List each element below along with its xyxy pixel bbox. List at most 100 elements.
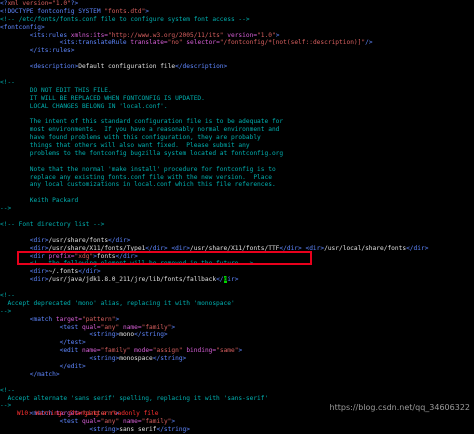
highlight-box-fallback-dir [17, 251, 312, 265]
code-token: qual= [81, 323, 101, 331]
code-token: <string> [0, 355, 120, 363]
code-token: name= [81, 347, 101, 355]
code-line[interactable]: Accept deprecated 'mono' alias, replacin… [0, 300, 474, 308]
code-token: "fonts.dtd" [104, 7, 146, 15]
code-token: </dir> [406, 244, 429, 252]
terminal-window[interactable]: <?xml version="1.0"?> <!DOCTYPE fontconfi… [0, 0, 474, 433]
code-line[interactable]: <dir>/usr/java/jdk1.8.0_211/jre/lib/font… [0, 276, 474, 284]
code-token: </string> [134, 331, 168, 339]
code-token: <fontconfig> [0, 23, 45, 31]
code-token: <dir> [0, 236, 49, 244]
code-line[interactable]: <!-- [0, 387, 474, 395]
code-token: IT WILL BE REPLACED WHEN FONTCONFIG IS U… [0, 94, 205, 102]
code-line[interactable]: <its:rules xmlns:its="http://www.w3.org/… [0, 32, 474, 40]
code-line[interactable]: DO NOT EDIT THIS FILE. [0, 87, 474, 95]
code-line[interactable] [0, 379, 474, 387]
code-line[interactable]: <?xml version="1.0"?> [0, 0, 474, 8]
code-token: <dir> [0, 276, 49, 284]
code-line[interactable] [0, 284, 474, 292]
code-line[interactable]: things that others will also want fixed.… [0, 142, 474, 150]
code-line[interactable]: <string>mono</string> [0, 331, 474, 339]
code-token: <string> [0, 426, 120, 434]
code-line[interactable]: </its:rules> [0, 47, 474, 55]
code-line[interactable] [0, 213, 474, 221]
code-line[interactable]: Note that the normal 'make install' proc… [0, 166, 474, 174]
code-token: <!-- Font directory list --> [0, 220, 105, 228]
code-line[interactable]: most environments. If you have a reasona… [0, 126, 474, 134]
code-line[interactable]: <string>sans serif</string> [0, 426, 474, 434]
code-token: <!-- /etc/fonts/fonts.conf file to confi… [0, 15, 250, 23]
code-line[interactable]: <!-- [0, 79, 474, 87]
code-token: --> [0, 307, 12, 315]
code-token: replace any existing fonts.conf file wit… [0, 173, 272, 181]
code-token: <!-- [0, 386, 15, 394]
code-line[interactable]: <dir>/usr/share/fonts</dir> [0, 237, 474, 245]
code-token: LOCAL CHANGES BELONG IN 'local.conf'. [0, 102, 168, 110]
code-token: ir> [227, 276, 239, 284]
code-line[interactable]: <test qual="any" name="family"> [0, 418, 474, 426]
code-token: <its:translateRule [0, 39, 131, 47]
code-token: </dir> [108, 236, 131, 244]
code-line[interactable]: --> [0, 205, 474, 213]
code-token: > [171, 323, 176, 331]
code-token: > [275, 31, 280, 39]
code-token: "http://www.w3.org/2005/11/its" [108, 31, 224, 39]
code-token: > [145, 7, 150, 15]
code-line[interactable]: replace any existing fonts.conf file wit… [0, 174, 474, 182]
code-line[interactable]: --> [0, 308, 474, 316]
code-line[interactable] [0, 55, 474, 63]
code-line[interactable]: <its:translateRule translate="no" select… [0, 39, 474, 47]
code-token: have found problems with this configurat… [0, 134, 261, 142]
code-token: mono [119, 331, 135, 339]
code-token: <dir> [0, 268, 49, 276]
code-token: version= [223, 31, 258, 39]
code-line[interactable]: <description>Default configuration file<… [0, 63, 474, 71]
code-token: selector= [182, 39, 220, 47]
code-line[interactable]: </test> [0, 339, 474, 347]
code-line[interactable]: <string>monospace</string> [0, 355, 474, 363]
code-token: /usr/local/share/fonts [324, 244, 407, 252]
code-token: Default configuration file [78, 63, 176, 71]
code-line[interactable]: any local customizations in local.conf w… [0, 181, 474, 189]
code-line[interactable]: <test qual="any" name="family"> [0, 324, 474, 332]
code-line[interactable]: have found problems with this configurat… [0, 134, 474, 142]
code-token: target= [55, 315, 82, 323]
code-line[interactable]: <fontconfig> [0, 24, 474, 32]
code-token: Accept deprecated 'mono' alias, replacin… [0, 299, 235, 307]
code-token: </string> [152, 355, 187, 363]
code-line[interactable]: <!DOCTYPE fontconfig SYSTEM "fonts.dtd"> [0, 8, 474, 16]
code-token: <description> [0, 63, 79, 71]
code-line[interactable] [0, 189, 474, 197]
code-token: </match> [0, 370, 60, 378]
code-token: problems to the fontconfig bugzilla syst… [0, 149, 284, 157]
code-token: <its:rules [0, 31, 71, 39]
code-line[interactable]: <edit name="family" mode="assign" bindin… [0, 347, 474, 355]
code-line[interactable]: </match> [0, 371, 474, 379]
code-line[interactable]: <!-- /etc/fonts/fonts.conf file to confi… [0, 16, 474, 24]
code-token: /> [365, 39, 373, 47]
code-line[interactable]: <match target="pattern"> [0, 316, 474, 324]
vim-editor-buffer[interactable]: <?xml version="1.0"?> <!DOCTYPE fontconfi… [0, 0, 474, 434]
code-line[interactable] [0, 110, 474, 118]
code-line[interactable]: LOCAL CHANGES BELONG IN 'local.conf'. [0, 103, 474, 111]
code-token: "any" [100, 418, 120, 426]
code-line[interactable] [0, 229, 474, 237]
code-line[interactable]: IT WILL BE REPLACED WHEN FONTCONFIG IS U… [0, 95, 474, 103]
code-line[interactable]: The intent of this standard configuratio… [0, 118, 474, 126]
code-line[interactable]: problems to the fontconfig bugzilla syst… [0, 150, 474, 158]
code-token: xml version="1.0" [7, 0, 71, 7]
code-line[interactable] [0, 158, 474, 166]
watermark-url: https://blog.csdn.net/qq_34606322 [329, 403, 470, 413]
code-token: "family" [141, 418, 172, 426]
code-line[interactable]: </edit> [0, 363, 474, 371]
code-token: "family" [100, 347, 131, 355]
code-line[interactable] [0, 71, 474, 79]
code-token: <!-- [0, 291, 15, 299]
code-line[interactable]: <dir>~/.fonts</dir> [0, 268, 474, 276]
code-token: DO NOT EDIT THIS FILE. [0, 86, 112, 94]
code-token: "family" [141, 323, 172, 331]
code-token: Note that the normal 'make install' proc… [0, 165, 276, 173]
code-line[interactable]: <!-- Font directory list --> [0, 221, 474, 229]
code-line[interactable]: <!-- [0, 292, 474, 300]
code-line[interactable]: Keith Packard [0, 197, 474, 205]
